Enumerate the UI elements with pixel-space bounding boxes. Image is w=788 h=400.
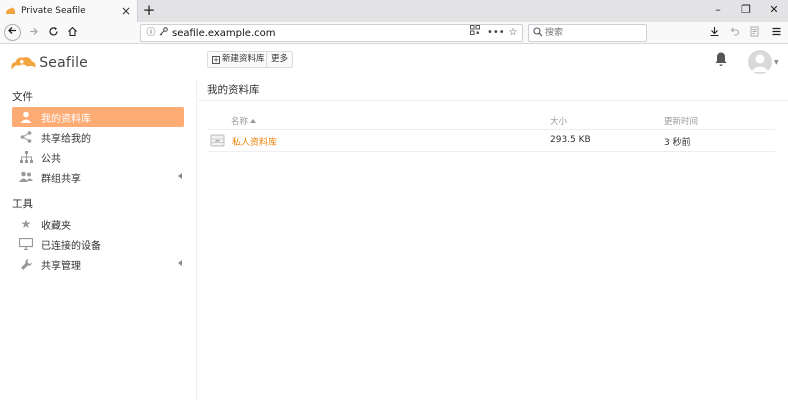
sidebar-item-shared-with-me[interactable]: 共享给我的 bbox=[12, 127, 184, 147]
star-icon: ★ bbox=[20, 217, 32, 231]
sidebar: 文件 我的资料库 共享给我的 公共 群组共享 工具 ★ 收藏夹 已连接的设备 共… bbox=[0, 79, 197, 400]
table-row[interactable]: 私人资料库 293.5 KB 3 秒前 bbox=[207, 131, 775, 151]
new-library-button[interactable]: + 新建资料库 bbox=[207, 51, 270, 68]
avatar[interactable] bbox=[748, 50, 772, 74]
main-panel: 我的资料库 名称 大小 更新时间 私人资料库 293.5 KB 3 秒前 bbox=[198, 79, 788, 400]
user-icon bbox=[18, 109, 34, 125]
url-bar[interactable]: ⓘ seafile.example.com ••• ☆ bbox=[140, 24, 523, 42]
sidebar-item-my-libraries[interactable]: 我的资料库 bbox=[12, 107, 184, 127]
browser-nav-bar: ⓘ seafile.example.com ••• ☆ bbox=[0, 22, 788, 44]
browser-tab-bar: Private Seafile × + – ❐ ✕ bbox=[0, 0, 788, 22]
app-header: Seafile + 新建资料库 更多 ▼ bbox=[0, 45, 788, 79]
column-header-modified[interactable]: 更新时间 bbox=[664, 115, 698, 127]
caret-left-icon bbox=[178, 260, 182, 266]
seafile-favicon-icon bbox=[5, 6, 16, 17]
tools-heading: 工具 bbox=[12, 198, 33, 210]
column-header-size[interactable]: 大小 bbox=[550, 115, 567, 127]
more-icon[interactable]: ••• bbox=[487, 25, 505, 41]
column-header-name[interactable]: 名称 bbox=[231, 115, 257, 127]
menu-icon[interactable] bbox=[767, 24, 785, 42]
divider bbox=[207, 129, 775, 130]
sidebar-item-linked-devices[interactable]: 已连接的设备 bbox=[12, 234, 184, 254]
info-icon[interactable]: ⓘ bbox=[145, 27, 157, 39]
home-icon[interactable] bbox=[63, 24, 81, 42]
seafile-logo-icon bbox=[11, 57, 36, 70]
library-size: 293.5 KB bbox=[550, 135, 591, 145]
reader-icon[interactable] bbox=[745, 24, 763, 42]
minimize-button[interactable]: – bbox=[704, 0, 732, 22]
sidebar-item-public[interactable]: 公共 bbox=[12, 147, 184, 167]
wrench-icon bbox=[18, 256, 34, 272]
divider bbox=[198, 100, 788, 101]
url-text: seafile.example.com bbox=[172, 27, 276, 39]
qr-icon[interactable] bbox=[467, 25, 483, 41]
divider bbox=[207, 151, 775, 152]
back-arrow-icon[interactable] bbox=[4, 24, 21, 41]
close-window-button[interactable]: ✕ bbox=[760, 0, 788, 22]
sort-ascending-icon bbox=[250, 119, 257, 123]
sidebar-item-group-shares[interactable]: 群组共享 bbox=[12, 167, 184, 187]
forward-arrow-icon[interactable] bbox=[24, 24, 42, 42]
tab-title: Private Seafile bbox=[21, 6, 86, 16]
seafile-logo[interactable]: Seafile bbox=[10, 53, 88, 73]
search-icon bbox=[531, 26, 545, 40]
sidebar-item-favorites[interactable]: ★ 收藏夹 bbox=[12, 214, 184, 234]
monitor-icon bbox=[18, 236, 34, 252]
tab-close-icon[interactable]: × bbox=[119, 4, 133, 18]
page-title: 我的资料库 bbox=[207, 84, 260, 96]
org-icon bbox=[18, 149, 34, 165]
library-icon bbox=[210, 134, 225, 147]
reload-icon[interactable] bbox=[44, 24, 62, 42]
share-icon bbox=[18, 129, 34, 145]
new-tab-button[interactable]: + bbox=[140, 0, 158, 22]
restore-button[interactable]: ❐ bbox=[732, 0, 760, 22]
bookmark-star-icon[interactable]: ☆ bbox=[505, 25, 521, 41]
library-modified-time: 3 秒前 bbox=[664, 138, 691, 148]
key-icon[interactable] bbox=[157, 27, 169, 39]
search-bar[interactable] bbox=[528, 24, 647, 42]
undo-icon[interactable] bbox=[725, 24, 743, 42]
plus-icon: + bbox=[212, 55, 220, 64]
files-heading: 文件 bbox=[12, 91, 33, 103]
more-button[interactable]: 更多 bbox=[266, 51, 294, 68]
sidebar-item-share-admin[interactable]: 共享管理 bbox=[12, 254, 184, 274]
group-icon bbox=[18, 169, 34, 185]
search-input[interactable] bbox=[545, 26, 640, 40]
download-icon[interactable] bbox=[705, 24, 723, 42]
notification-bell-icon[interactable] bbox=[714, 51, 728, 67]
caret-left-icon bbox=[178, 173, 182, 179]
chevron-down-icon[interactable]: ▼ bbox=[774, 59, 779, 66]
library-name-link[interactable]: 私人资料库 bbox=[232, 135, 277, 148]
browser-tab[interactable]: Private Seafile × bbox=[0, 0, 138, 22]
